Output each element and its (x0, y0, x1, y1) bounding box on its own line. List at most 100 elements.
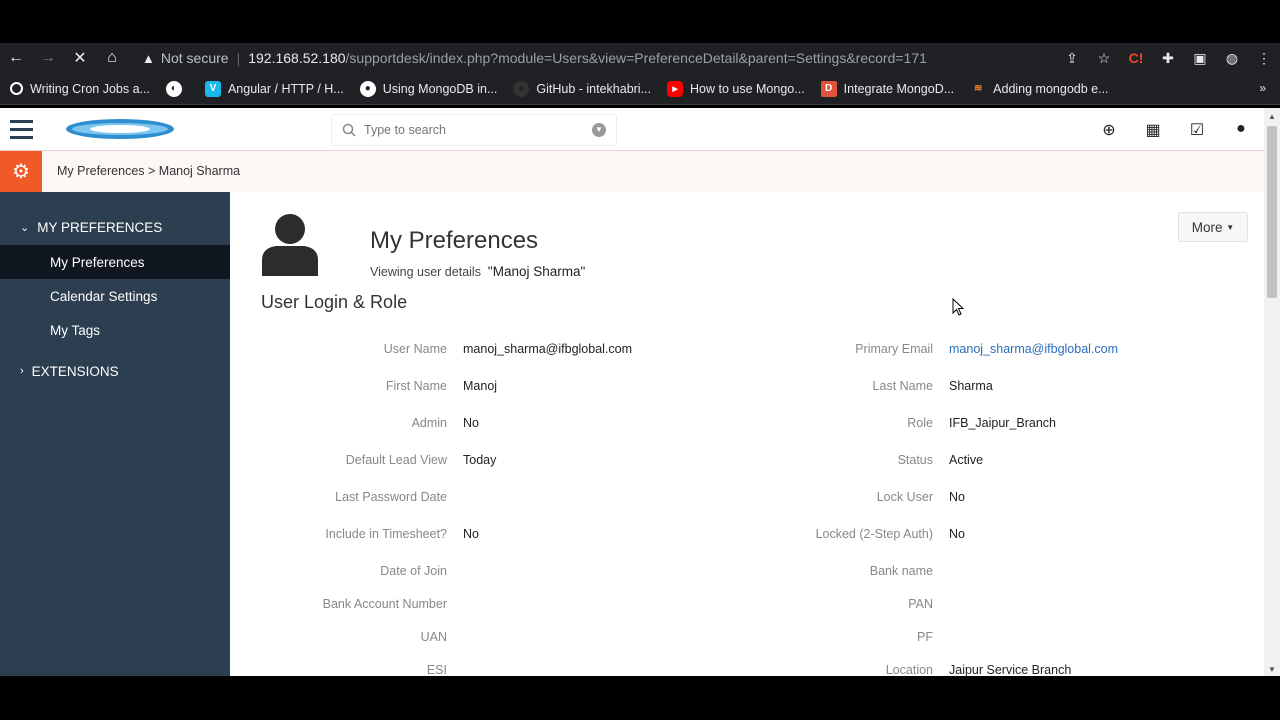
field-value: Active (949, 453, 984, 467)
bookmark-label: How to use Mongo... (690, 81, 805, 96)
user-avatar-icon (262, 214, 318, 276)
field-label: ESI (426, 663, 447, 676)
home-icon[interactable]: ⌂ (96, 43, 128, 73)
toolbar-actions: ⇪ ☆ C! ✚ ▣ ◍ ⋮ (1056, 43, 1280, 73)
field-value: IFB_Jaipur_Branch (949, 416, 1057, 430)
user-icon[interactable]: ● (1232, 120, 1250, 140)
calendar-icon[interactable]: ▦ (1144, 120, 1162, 140)
profile-icon[interactable]: ◍ (1216, 50, 1248, 67)
field-row: Admin No Role IFB_Jaipur_Branch (230, 416, 1264, 453)
breadcrumb[interactable]: My Preferences > Manoj Sharma (57, 164, 240, 178)
caret-down-icon: ▼ (1226, 222, 1235, 232)
browser-tab-strip (0, 0, 1280, 43)
vimeo-icon: V (204, 80, 221, 97)
browser-toolbar: ← → ✕ ⌂ ▲ Not secure | 192.168.52.180/su… (0, 43, 1280, 73)
detail-fields: User Name manoj_sharma@ifbglobal.com Prim… (230, 342, 1264, 676)
url-host[interactable]: 192.168.52.180 (248, 50, 345, 66)
scroll-up-icon[interactable]: ▲ (1268, 112, 1276, 121)
mouse-cursor-icon (952, 298, 964, 316)
sidebar-item-my-tags[interactable]: My Tags (0, 313, 230, 347)
bookmark-item[interactable]: ◐ (165, 80, 189, 97)
star-icon[interactable]: ☆ (1088, 50, 1120, 67)
bookmark-label: Adding mongodb e... (993, 81, 1109, 96)
field-value: No (463, 527, 479, 541)
field-value: Sharma (949, 379, 993, 393)
email-link[interactable]: manoj_sharma@ifbglobal.com (949, 342, 1118, 356)
globe-icon: ◐ (165, 80, 182, 97)
field-label: User Name (383, 342, 447, 356)
github-circle-icon (10, 82, 23, 95)
address-bar[interactable]: ▲ Not secure | 192.168.52.180/supportdes… (142, 43, 927, 73)
field-label: PF (917, 630, 933, 644)
back-icon[interactable]: ← (0, 43, 32, 73)
field-label: Last Password Date (335, 490, 447, 504)
brand-logo (66, 119, 174, 139)
chevron-down-icon: ⌄ (20, 221, 30, 234)
search-filter-chevron-icon[interactable]: ▼ (592, 123, 606, 137)
field-value: No (949, 490, 965, 504)
viewing-user-name: "Manoj Sharma" (487, 264, 586, 279)
bookmark-item[interactable]: ▶ How to use Mongo... (667, 80, 805, 97)
field-label: Role (907, 416, 933, 430)
field-label: Default Lead View (345, 453, 447, 467)
bookmark-label: Using MongoDB in... (382, 81, 498, 96)
field-label: Location (885, 663, 933, 676)
side-panel-icon[interactable]: ▣ (1184, 50, 1216, 67)
extension-ci-icon[interactable]: C! (1120, 50, 1152, 66)
kebab-menu-icon[interactable]: ⋮ (1248, 50, 1280, 67)
warning-icon[interactable]: ▲ (142, 51, 155, 66)
field-label: Locked (2-Step Auth) (815, 527, 933, 541)
sidebar-item-my-preferences[interactable]: My Preferences (0, 245, 230, 279)
bookmark-label: Integrate MongoD... (843, 81, 955, 96)
url-path[interactable]: /supportdesk/index.php?module=Users&view… (346, 50, 927, 66)
sidebar-group-my-preferences[interactable]: ⌄ MY PREFERENCES (0, 209, 230, 245)
bookmark-label: Angular / HTTP / H... (227, 81, 344, 96)
crm-app: ▼ ⊕ ▦ ☑ ● ⚙ My Preferences > Manoj Sharm… (0, 108, 1264, 676)
bookmark-label: Writing Cron Jobs a... (30, 81, 150, 96)
url-separator: | (236, 50, 241, 66)
section-title: User Login & Role (261, 292, 408, 312)
field-row: Default Lead View Today Status Active (230, 453, 1264, 490)
task-checkbox-icon[interactable]: ☑ (1188, 120, 1206, 140)
bookmarks-bar: Writing Cron Jobs a... ◐ V Angular / HTTP… (0, 73, 1280, 105)
field-row: User Name manoj_sharma@ifbglobal.com Prim… (230, 342, 1264, 379)
not-secure-label[interactable]: Not secure (161, 50, 229, 66)
field-value: No (949, 527, 965, 541)
page-scrollbar[interactable]: ▲ ▼ (1264, 108, 1280, 676)
field-row: Bank Account Number PAN (230, 597, 1264, 630)
bookmark-item[interactable]: ● GitHub - intekhabri... (513, 80, 652, 97)
share-icon[interactable]: ⇪ (1056, 50, 1088, 67)
field-row: Last Password Date Lock User No (230, 490, 1264, 527)
field-label: PAN (908, 597, 933, 611)
sidebar-group-extensions[interactable]: › EXTENSIONS (0, 353, 230, 389)
field-label: Admin (411, 416, 447, 430)
stop-loading-icon[interactable]: ✕ (64, 43, 96, 73)
search-input[interactable] (364, 123, 584, 137)
bookmarks-overflow-icon[interactable]: » (1259, 81, 1266, 95)
bookmark-item[interactable]: ≋ Adding mongodb e... (970, 81, 1109, 97)
global-search[interactable]: ▼ (331, 114, 617, 146)
bookmark-item[interactable]: V Angular / HTTP / H... (204, 80, 344, 97)
bookmark-item[interactable]: ● Using MongoDB in... (359, 80, 498, 97)
bookmark-label: GitHub - intekhabri... (536, 81, 652, 96)
bookmark-item[interactable]: D Integrate MongoD... (820, 80, 955, 97)
letterbox-bottom (0, 676, 1280, 720)
scroll-down-icon[interactable]: ▼ (1268, 665, 1276, 674)
menu-icon[interactable] (10, 120, 33, 144)
sidebar-item-calendar-settings[interactable]: Calendar Settings (0, 279, 230, 313)
field-label: Last Name (872, 379, 933, 393)
puzzle-icon[interactable]: ✚ (1152, 50, 1184, 67)
scrollbar-thumb[interactable] (1267, 126, 1277, 298)
more-button[interactable]: More ▼ (1178, 212, 1248, 242)
forward-icon[interactable]: → (32, 43, 64, 73)
viewing-prefix: Viewing user details (370, 265, 481, 279)
stack-icon: ≋ (973, 83, 983, 94)
page-title: My Preferences (370, 227, 539, 254)
chevron-right-icon: › (20, 365, 24, 377)
settings-gear-icon[interactable]: ⚙ (0, 151, 42, 192)
bookmark-item[interactable]: Writing Cron Jobs a... (10, 82, 150, 96)
field-row: ESI Location Jaipur Service Branch (230, 663, 1264, 676)
add-circle-icon[interactable]: ⊕ (1100, 120, 1118, 140)
field-value: No (463, 416, 479, 430)
main-content: My Preferences Viewing user details "Man… (230, 192, 1264, 676)
